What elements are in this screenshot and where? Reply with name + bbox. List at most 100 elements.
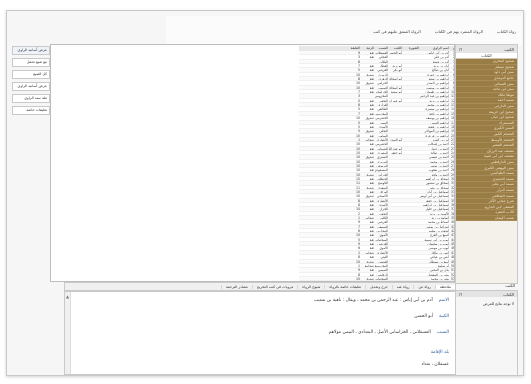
option-book-narrators[interactable]: رواة الكتاب (497, 29, 516, 34)
table-cell: 9 (357, 268, 360, 272)
table-cell: صحابية (364, 263, 374, 268)
table-cell: ثقة (369, 68, 374, 72)
table-cell: ثقة (369, 133, 374, 137)
table-cell: 9 (357, 242, 360, 246)
table-cell (403, 186, 420, 189)
tab-7[interactable]: مصادر الترجمة (220, 284, 252, 289)
table-cell: أسامة بن زيد (431, 216, 449, 220)
table-cell: صدوق (365, 129, 374, 133)
table-cell: آدم بن أبي إياس (427, 51, 449, 55)
table-row[interactable]: 53 بشر بن محمد السختياني صدوق 10 (299, 276, 454, 281)
private-notes-button[interactable]: تعليقات خاصة (12, 106, 50, 115)
table-cell (403, 90, 420, 93)
table-cell: أحمد بن إشكاب (427, 142, 449, 146)
option-unique-narrators[interactable]: الرواة المتفرد بهم في الكتاب (435, 29, 483, 34)
transmission-forms-select[interactable]: مع صيغ تحمل (12, 58, 50, 67)
table-cell: السامي (377, 133, 388, 137)
table-cell: ثقة (369, 229, 374, 233)
kunya-label: الكنية (439, 314, 449, 319)
table-cell: إبراهيم بن موسى (425, 85, 449, 90)
table-cell: ثقة (369, 120, 374, 124)
table-cell: 10 (355, 142, 360, 146)
table-cell: بشر بن محمد (430, 276, 449, 281)
all-forms-option[interactable]: كل الصيغ (12, 70, 50, 79)
table-cell: صدوق (365, 81, 374, 85)
table-cell: اليربوعي (376, 163, 388, 168)
name-value: آدم بن أبي إياس : عبد الرحمن بن محمد ، و… (313, 298, 433, 303)
table-cell: ثقة (369, 190, 374, 194)
table-cell (403, 212, 420, 215)
table-cell: العيشي (378, 259, 388, 263)
table-cell: 7 (357, 224, 360, 229)
table-cell (403, 242, 420, 245)
table-cell (389, 212, 403, 215)
table-cell: ثقة (369, 64, 374, 68)
table-cell (403, 246, 420, 249)
tab-6[interactable]: مرويات في كتب التخريج (251, 284, 297, 289)
table-cell: أنس بن مالك (431, 250, 449, 255)
table-cell: 10 (355, 207, 360, 211)
table-cell: أيوب بن سليمان (427, 242, 449, 246)
table-cell: أبو عمران (389, 98, 402, 103)
table-cell (389, 121, 403, 124)
detail-scrollbar[interactable]: ▲ (65, 292, 71, 374)
table-cell: آدم بن علي (433, 55, 449, 59)
table-cell: إبراهيم بن طهمان (425, 90, 449, 94)
table-cell: ثقة (369, 181, 374, 185)
table-cell: 10 (355, 85, 360, 90)
tab-4[interactable]: تعليقات خاصة بالرواة (324, 284, 365, 289)
table-cell: القرشي (377, 68, 388, 72)
pin-icon[interactable]: ⊓ (459, 47, 462, 52)
table-cell: 10 (355, 176, 360, 181)
table-cell: 5 (357, 237, 360, 242)
table-cell: أحمد بن حنبل (430, 146, 449, 150)
table-cell: آدم بن عيينة (432, 59, 449, 64)
table-cell: العطار (379, 64, 388, 68)
side-box-title: الكتب (505, 283, 515, 288)
table-cell: بشر بن المفضل (427, 272, 449, 276)
tab-3[interactable]: جرح وتعديل (365, 284, 392, 289)
table-cell (389, 186, 403, 189)
table-cell (403, 81, 420, 84)
table-cell: أصبغ بن الفرج (430, 233, 449, 237)
tab-0[interactable]: ملاحظة (434, 284, 455, 289)
book-list-item[interactable]: شعب الإيمان (456, 216, 517, 222)
table-cell (403, 233, 420, 236)
table-cell: 2 (357, 211, 360, 216)
table-cell: الزبيري (378, 72, 388, 77)
tab-5[interactable]: شيوخ الرواة (297, 284, 324, 289)
table-cell: إبراهيم بن عرعرة (425, 133, 449, 137)
table-cell: ثقة (369, 272, 374, 276)
table-cell: الخزاز (379, 207, 388, 211)
table-cell: أشعث بن سليم (428, 229, 449, 233)
table-cell: أبو الحسن (389, 51, 402, 55)
no-results-text: لا توجد نتائج للعرض (483, 301, 514, 306)
table-cell: أبو سعيد (390, 90, 402, 94)
option-common-narrators[interactable]: الرواة المتفق عليهم في كتب (373, 29, 421, 34)
show-chains-button-2[interactable]: عرض أسانيد الراوي (12, 82, 50, 91)
table-cell: الأموي (379, 246, 388, 250)
table-cell: 10 (355, 150, 360, 155)
tab-1[interactable]: رواة عن (413, 284, 434, 289)
table-cell (403, 203, 420, 206)
table-cell (389, 164, 403, 167)
tab-2[interactable]: رواة عنه (391, 284, 414, 289)
table-cell: إبراهيم بن عقبة (428, 124, 449, 129)
scroll-up-icon[interactable]: ▲ (66, 294, 69, 299)
table-cell (389, 207, 403, 210)
table-cell (389, 55, 403, 58)
table-cell: 10 (355, 155, 360, 159)
table-cell: 6 (357, 246, 360, 250)
detail-residence-label-row: بلد الإقامة (431, 350, 449, 355)
table-cell: إبراهيم بن يزيد (429, 98, 449, 103)
show-chains-button[interactable]: عرض أسانيد الراوي (12, 46, 50, 55)
table-cell: صحابي (364, 250, 374, 255)
chain-completion-button[interactable]: ملة سند الراوي (12, 94, 50, 103)
table-cell (403, 207, 420, 210)
table-cell: 3 (357, 55, 360, 59)
table-cell (403, 64, 420, 67)
side-pin-icon[interactable]: ⊓ (459, 292, 462, 297)
table-cell (389, 190, 403, 193)
table-cell: إسماعيل بن إبراهيم (422, 203, 449, 207)
table-cell: 10 (355, 168, 360, 172)
